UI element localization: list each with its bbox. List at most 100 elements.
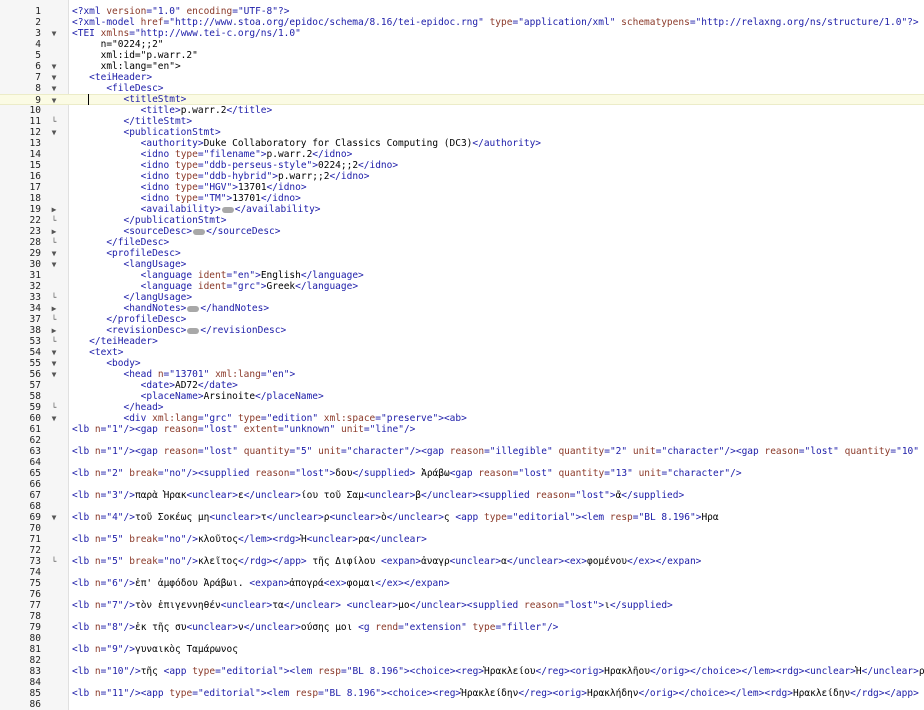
code-line[interactable]: 65 <lb n="2" break="no"/><supplied reason… <box>0 468 924 479</box>
code-line[interactable]: 8 ▼ <fileDesc> <box>0 83 924 94</box>
code-text[interactable]: <lb n="5" break="no"/>κλοῦτος</lem><rdg>… <box>68 534 427 545</box>
code-text[interactable]: <title>p.warr.2</title> <box>68 105 273 116</box>
code-line[interactable]: 53 └ </teiHeader> <box>0 336 924 347</box>
fold-expanded-icon[interactable]: ▼ <box>48 369 60 380</box>
code-line[interactable]: 23 ▶ <sourceDesc> </sourceDesc> <box>0 226 924 237</box>
code-line[interactable]: 2 <?xml-model href="http://www.stoa.org/e… <box>0 17 924 28</box>
code-line[interactable]: 66 <box>0 479 924 490</box>
fold-expanded-icon[interactable]: ▼ <box>48 72 60 83</box>
code-text[interactable]: <head n="13701" xml:lang="en"> <box>68 369 295 380</box>
fold-expanded-icon[interactable]: ▼ <box>48 358 60 369</box>
fold-expanded-icon[interactable]: ▼ <box>48 248 60 259</box>
code-line[interactable]: 55 ▼ <body> <box>0 358 924 369</box>
code-line[interactable]: 30 ▼ <langUsage> <box>0 259 924 270</box>
code-text[interactable]: <lb n="5" break="no"/>κλεῖτος</rdg></app… <box>68 556 701 567</box>
code-line[interactable]: 22 └ </publicationStmt> <box>0 215 924 226</box>
code-line[interactable]: 54 ▼ <text> <box>0 347 924 358</box>
code-line[interactable]: 11 └ </titleStmt> <box>0 116 924 127</box>
code-line[interactable]: 56 ▼ <head n="13701" xml:lang="en"> <box>0 369 924 380</box>
code-line[interactable]: 80 <box>0 633 924 644</box>
code-text[interactable]: <lb n="2" break="no"/><supplied reason="… <box>68 468 742 479</box>
code-line[interactable]: 73 └ <lb n="5" break="no"/>κλεῖτος</rdg></… <box>0 556 924 567</box>
code-line[interactable]: 62 <box>0 435 924 446</box>
code-text[interactable]: <lb n="11"/><app type="editorial"><lem r… <box>68 688 924 699</box>
code-text[interactable]: <lb n="9"/>γυναικὸς Ταμάρωνος <box>68 644 238 655</box>
code-line[interactable]: 4 n="0224;;2" <box>0 39 924 50</box>
code-line[interactable]: 14 <idno type="filename">p.warr.2</idno> <box>0 149 924 160</box>
code-line[interactable]: 81 <lb n="9"/>γυναικὸς Ταμάρωνος <box>0 644 924 655</box>
code-line[interactable]: 75 <lb n="6"/>ἐπ' ἀμφόδου Ἀράβωι. <expan>… <box>0 578 924 589</box>
fold-collapsed-icon[interactable]: ▶ <box>48 226 60 237</box>
code-text[interactable]: <sourceDesc> </sourceDesc> <box>68 226 280 237</box>
code-line[interactable]: 38 ▶ <revisionDesc> </revisionDesc> <box>0 325 924 336</box>
code-line[interactable]: 13 <authority>Duke Collaboratory for Cla… <box>0 138 924 149</box>
code-line[interactable]: 85 <lb n="11"/><app type="editorial"><lem… <box>0 688 924 699</box>
code-text[interactable]: <lb n="1"/><gap reason="lost" quantity="… <box>68 446 924 457</box>
code-line[interactable]: 86 <box>0 699 924 710</box>
code-text[interactable]: <idno type="TM">13701</idno> <box>68 193 301 204</box>
fold-expanded-icon[interactable]: ▼ <box>48 83 60 94</box>
code-text[interactable]: xml:lang="en"> <box>68 61 181 72</box>
fold-expanded-icon[interactable]: ▼ <box>48 28 60 39</box>
fold-collapsed-icon[interactable]: ▶ <box>48 303 60 314</box>
code-text[interactable]: <language ident="en">English</language> <box>68 270 364 281</box>
code-line[interactable]: 3 ▼ <TEI xmlns="http://www.tei-c.org/ns/1.… <box>0 28 924 39</box>
code-line[interactable]: 37 └ </profileDesc> <box>0 314 924 325</box>
code-text[interactable]: <?xml-model href="http://www.stoa.org/ep… <box>68 17 919 28</box>
code-line[interactable]: 69 ▼ <lb n="4"/>τοῦ Σοκέως μη<unclear>τ</u… <box>0 512 924 523</box>
code-text[interactable]: <publicationStmt> <box>68 127 220 138</box>
code-line[interactable]: 34 ▶ <handNotes> </handNotes> <box>0 303 924 314</box>
code-line[interactable]: 74 <box>0 567 924 578</box>
code-text[interactable]: xml:id="p.warr.2" <box>68 50 198 61</box>
collapsed-fold-icon[interactable] <box>193 228 206 235</box>
code-line[interactable]: 76 <box>0 589 924 600</box>
code-line[interactable]: 28 └ </fileDesc> <box>0 237 924 248</box>
code-text[interactable]: <lb n="6"/>ἐπ' ἀμφόδου Ἀράβωι. <expan>ἀπ… <box>68 578 450 589</box>
fold-expanded-icon[interactable]: ▼ <box>48 413 60 424</box>
code-line[interactable]: 32 <language ident="grc">Greek</language… <box>0 281 924 292</box>
code-text[interactable]: </langUsage> <box>68 292 192 303</box>
code-line[interactable]: 72 <box>0 545 924 556</box>
code-text[interactable]: <date>AD72</date> <box>68 380 238 391</box>
code-line[interactable]: 63 <lb n="1"/><gap reason="lost" quantity… <box>0 446 924 457</box>
code-text[interactable]: <lb n="4"/>τοῦ Σοκέως μη<unclear>τ</uncl… <box>68 512 719 523</box>
code-line[interactable]: 77 <lb n="7"/>τὸν ἐπιγεννηθέν<unclear>τα<… <box>0 600 924 611</box>
code-line[interactable]: 31 <language ident="en">English</languag… <box>0 270 924 281</box>
code-text[interactable]: <lb n="10"/>τῆς <app type="editorial"><l… <box>68 666 924 677</box>
code-text[interactable]: </head> <box>68 402 163 413</box>
xml-editor[interactable]: 1 <?xml version="1.0" encoding="UTF-8"?> 2… <box>0 0 924 710</box>
code-line[interactable]: 9 ▼ <titleStmt> <box>0 94 924 106</box>
collapsed-fold-icon[interactable] <box>221 206 234 213</box>
code-text[interactable]: <idno type="ddb-perseus-style">0224;;2</… <box>68 160 398 171</box>
code-line[interactable]: 5 xml:id="p.warr.2" <box>0 50 924 61</box>
code-line[interactable]: 1 <?xml version="1.0" encoding="UTF-8"?> <box>0 6 924 17</box>
code-line[interactable]: 58 <placeName>Arsinoite</placeName> <box>0 391 924 402</box>
code-text[interactable]: n="0224;;2" <box>68 39 164 50</box>
code-line[interactable]: 79 <lb n="8"/>ἐκ τῆς συ<unclear>ν</unclea… <box>0 622 924 633</box>
code-text[interactable]: </profileDesc> <box>68 314 186 325</box>
code-line[interactable]: 60 ▼ <div xml:lang="grc" type="edition" x… <box>0 413 924 424</box>
code-text[interactable]: <div xml:lang="grc" type="edition" xml:s… <box>68 413 466 424</box>
code-line[interactable]: 12 ▼ <publicationStmt> <box>0 127 924 138</box>
fold-expanded-icon[interactable]: ▼ <box>48 259 60 270</box>
code-line[interactable]: 61 <lb n="1"/><gap reason="lost" extent="… <box>0 424 924 435</box>
code-text[interactable]: <idno type="HGV">13701</idno> <box>68 182 307 193</box>
code-text[interactable]: <authority>Duke Collaboratory for Classi… <box>68 138 541 149</box>
code-text[interactable]: <lb n="7"/>τὸν ἐπιγεννηθέν<unclear>τα</u… <box>68 600 673 611</box>
code-line[interactable]: 67 <lb n="3"/>παρὰ Ἡρακ<unclear>ε</unclea… <box>0 490 924 501</box>
code-text[interactable]: <teiHeader> <box>68 72 152 83</box>
fold-expanded-icon[interactable]: ▼ <box>48 512 60 523</box>
code-text[interactable]: </teiHeader> <box>68 336 158 347</box>
code-line[interactable]: 15 <idno type="ddb-perseus-style">0224;;… <box>0 160 924 171</box>
collapsed-fold-icon[interactable] <box>187 305 200 312</box>
code-text[interactable]: <lb n="1"/><gap reason="lost" extent="un… <box>68 424 415 435</box>
code-text[interactable]: <titleStmt> <box>68 95 186 105</box>
collapsed-fold-icon[interactable] <box>187 327 200 334</box>
code-line[interactable]: 82 <box>0 655 924 666</box>
code-line[interactable]: 83 <lb n="10"/>τῆς <app type="editorial">… <box>0 666 924 677</box>
fold-collapsed-icon[interactable]: ▶ <box>48 204 60 215</box>
code-text[interactable]: </fileDesc> <box>68 237 169 248</box>
fold-expanded-icon[interactable]: ▼ <box>48 61 60 72</box>
code-text[interactable]: <langUsage> <box>68 259 186 270</box>
code-text[interactable]: <idno type="ddb-hybrid">p.warr;;2</idno> <box>68 171 370 182</box>
